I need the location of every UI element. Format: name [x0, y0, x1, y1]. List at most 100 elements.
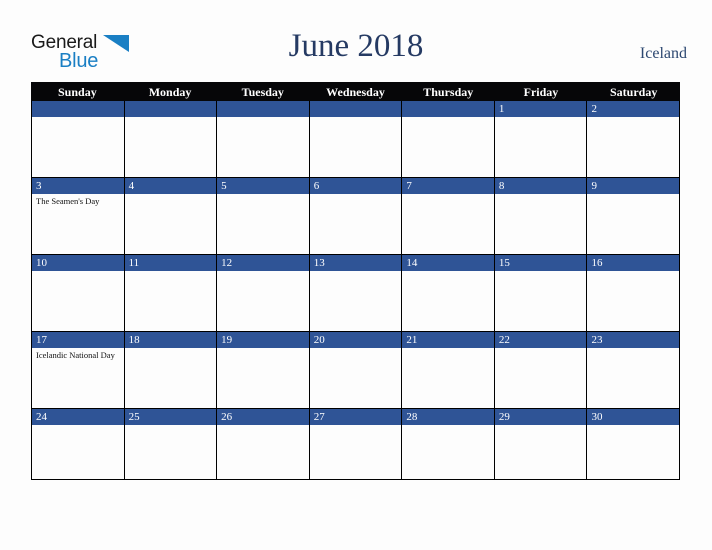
day-cell-empty[interactable]: [309, 101, 403, 178]
day-number: 18: [128, 333, 140, 346]
day-number-bar: [402, 101, 494, 117]
page-header: General Blue June 2018 Iceland: [0, 0, 712, 82]
day-cell-18[interactable]: 18: [124, 332, 218, 409]
day-events: [125, 194, 217, 254]
day-number-bar: 10: [32, 255, 124, 271]
day-cell-15[interactable]: 15: [494, 255, 588, 332]
day-number: 24: [36, 410, 47, 423]
day-number: 25: [128, 410, 140, 423]
day-number-bar: 16: [587, 255, 680, 271]
day-number-bar: 30: [587, 409, 680, 425]
day-number: 26: [221, 410, 233, 423]
day-events: [310, 271, 402, 331]
calendar-grid: Sunday Monday Tuesday Wednesday Thursday…: [31, 82, 680, 480]
day-cell-22[interactable]: 22: [494, 332, 588, 409]
day-cell-20[interactable]: 20: [309, 332, 403, 409]
day-events: [402, 117, 494, 177]
day-cell-8[interactable]: 8: [494, 178, 588, 255]
day-cell-30[interactable]: 30: [587, 409, 680, 479]
day-number: 12: [221, 256, 233, 269]
day-cell-6[interactable]: 6: [309, 178, 403, 255]
day-events: [125, 271, 217, 331]
day-number-bar: [32, 101, 124, 117]
day-number-bar: 11: [124, 255, 217, 271]
day-cell-empty[interactable]: [402, 101, 495, 178]
day-cell-27[interactable]: 27: [309, 409, 403, 479]
day-cell-2[interactable]: 2: [587, 101, 680, 178]
day-number-bar: 29: [494, 409, 587, 425]
day-number: 6: [313, 179, 320, 192]
day-number: 17: [36, 333, 47, 346]
day-cell-14[interactable]: 14: [402, 255, 495, 332]
day-number: 1: [498, 102, 505, 115]
day-cell-4[interactable]: 4: [124, 178, 218, 255]
event-label: Icelandic National Day: [36, 350, 115, 360]
day-cell-24[interactable]: 24: [32, 409, 125, 479]
day-events: [402, 348, 494, 408]
day-events: [125, 348, 217, 408]
day-number: 22: [498, 333, 510, 346]
day-number: 3: [36, 179, 42, 192]
day-number: 5: [221, 179, 227, 192]
day-cell-13[interactable]: 13: [309, 255, 403, 332]
day-cell-empty[interactable]: [124, 101, 218, 178]
day-cell-28[interactable]: 28: [402, 409, 495, 479]
day-cell-23[interactable]: 23: [587, 332, 680, 409]
day-cell-empty[interactable]: [217, 101, 310, 178]
day-events: [125, 117, 217, 177]
day-number-bar: 20: [309, 332, 402, 348]
day-number-bar: 23: [587, 332, 680, 348]
day-number-bar: 28: [402, 409, 494, 425]
day-number-bar: 19: [217, 332, 309, 348]
day-number: 4: [128, 179, 135, 192]
day-number: 14: [406, 256, 418, 269]
day-number: 30: [591, 410, 603, 423]
day-cell-25[interactable]: 25: [124, 409, 218, 479]
day-cell-11[interactable]: 11: [124, 255, 218, 332]
day-number: 10: [36, 256, 47, 269]
day-events: [495, 348, 587, 408]
day-events: [587, 194, 679, 254]
day-cell-9[interactable]: 9: [587, 178, 680, 255]
day-events: [310, 348, 402, 408]
day-events: [310, 425, 402, 479]
day-cell-17[interactable]: 17 Icelandic National Day: [32, 332, 125, 409]
day-number-bar: 14: [402, 255, 494, 271]
day-number: 15: [498, 256, 510, 269]
day-cell-3[interactable]: 3 The Seamen's Day: [32, 178, 125, 255]
day-number: 27: [313, 410, 325, 423]
day-cell-empty[interactable]: [32, 101, 125, 178]
day-cell-12[interactable]: 12: [217, 255, 310, 332]
day-number: 21: [406, 333, 418, 346]
weekday-header-friday: Friday: [523, 84, 559, 99]
week-row: 12: [32, 101, 680, 178]
day-number: 2: [591, 102, 597, 115]
day-number-bar: 27: [309, 409, 402, 425]
day-number-bar: 22: [494, 332, 587, 348]
day-cell-16[interactable]: 16: [587, 255, 680, 332]
day-cell-1[interactable]: 1: [494, 101, 588, 178]
day-cell-29[interactable]: 29: [494, 409, 588, 479]
day-cell-26[interactable]: 26: [217, 409, 310, 479]
day-number-bar: [124, 101, 217, 117]
weekday-header-thursday: Thursday: [423, 84, 474, 99]
day-events: [217, 194, 309, 254]
day-cell-19[interactable]: 19: [217, 332, 310, 409]
day-number: 20: [313, 333, 325, 346]
day-number-bar: 12: [217, 255, 309, 271]
week-row: 3 The Seamen's Day 4 5 6 7 8 9: [32, 178, 680, 255]
day-number-bar: 8: [494, 178, 587, 194]
day-cell-21[interactable]: 21: [402, 332, 495, 409]
day-events: [495, 117, 587, 177]
day-events: [217, 348, 309, 408]
day-number-bar: 4: [124, 178, 217, 194]
day-cell-5[interactable]: 5: [217, 178, 310, 255]
weekday-header-sunday: Sunday: [58, 84, 97, 99]
week-row: 17 Icelandic National Day 18 19 20 21 22 23: [32, 332, 680, 409]
day-cell-7[interactable]: 7: [402, 178, 495, 255]
weekday-header-tuesday: Tuesday: [241, 84, 284, 99]
day-events: [217, 271, 309, 331]
day-cell-10[interactable]: 10: [32, 255, 125, 332]
day-events: [495, 271, 587, 331]
day-number: 19: [221, 333, 233, 346]
